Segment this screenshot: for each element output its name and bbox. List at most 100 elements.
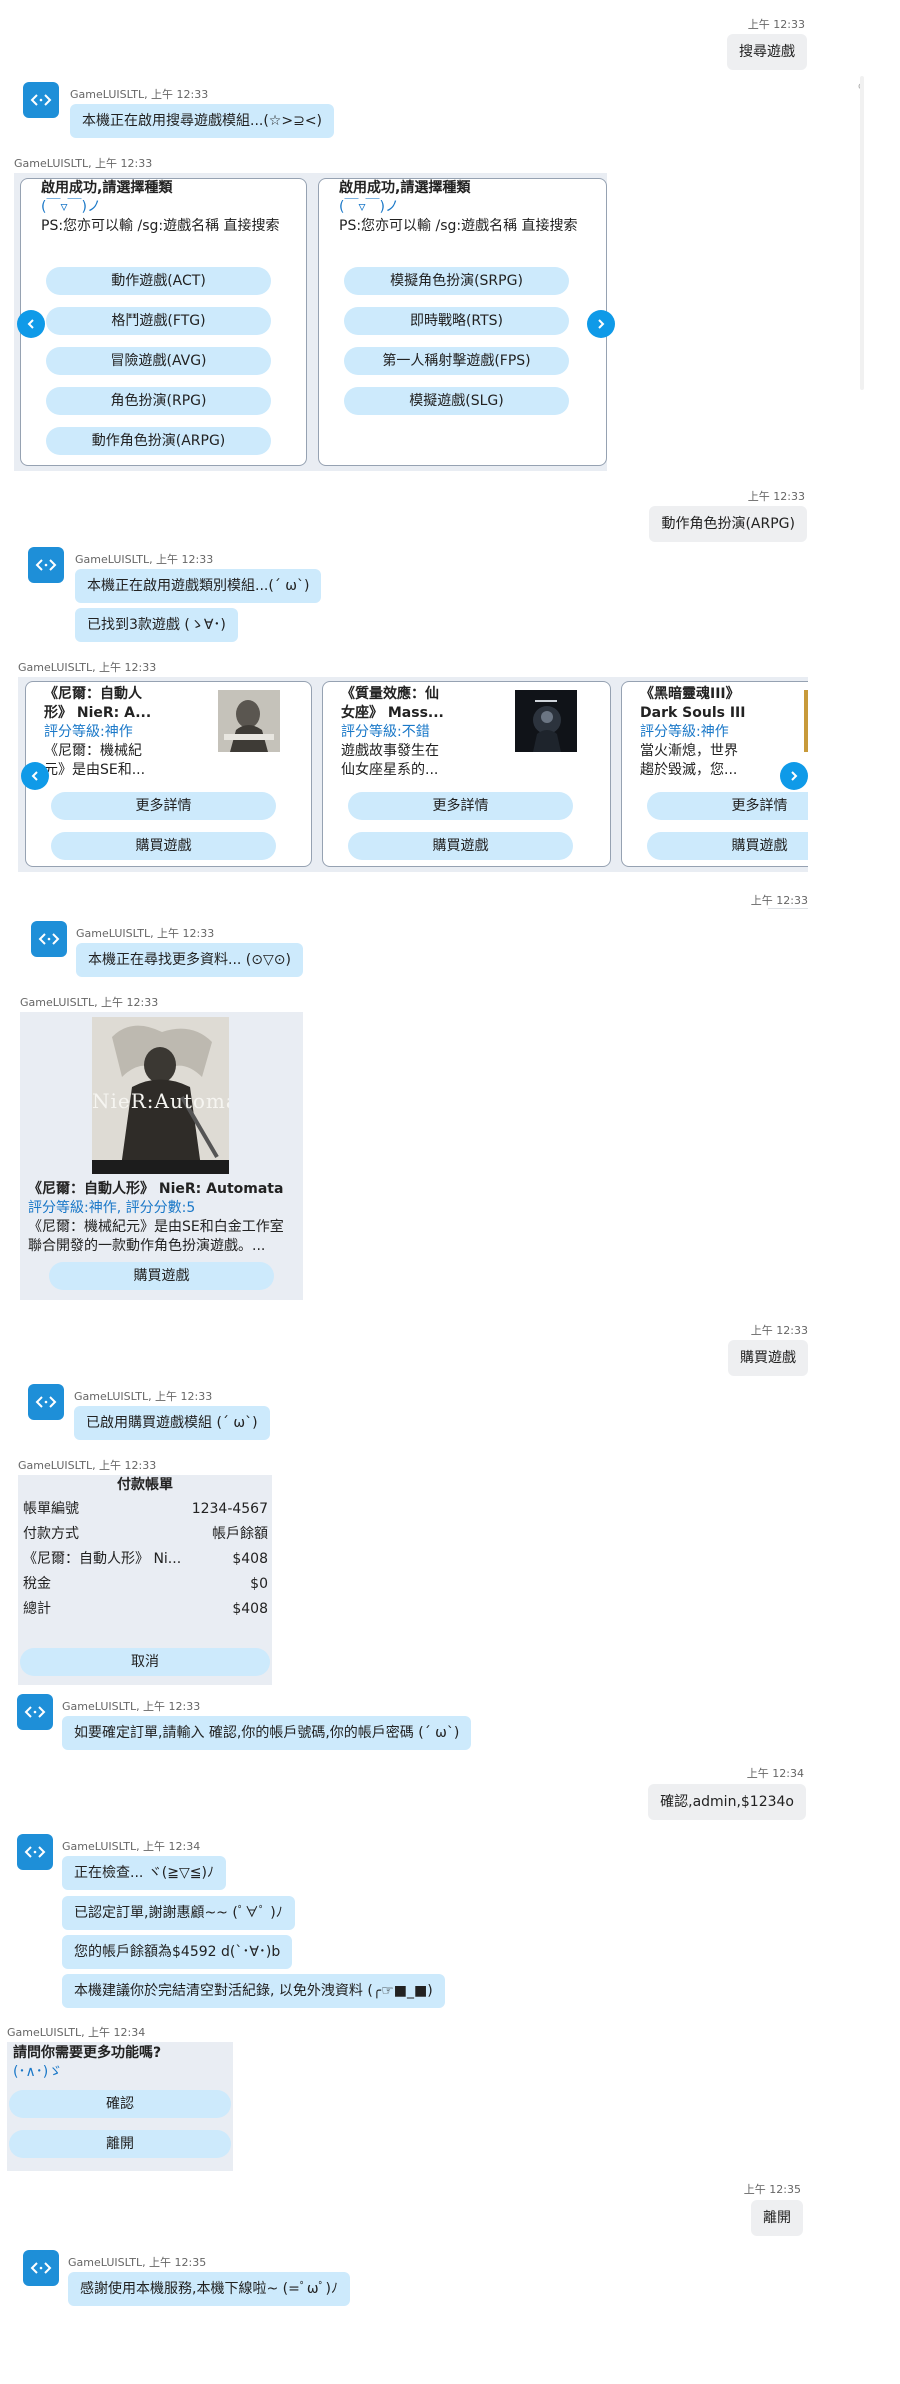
card-face: (￣▿￣)ノ [339,199,399,215]
timestamp: 上午 12:33 [747,490,805,503]
receipt-row: 稅金 $0 [23,1574,268,1594]
sender-label: GameLUISLTL, 上午 12:35 [68,2256,207,2269]
timestamp: 上午 12:33 [750,894,808,907]
category-avg-button[interactable]: 冒險遊戲(AVG) [46,347,271,375]
category-arpg-button[interactable]: 動作角色扮演(ARPG) [46,427,271,455]
receipt-value: 帳戶餘額 [212,1526,268,1542]
more-functions-card: 請問你需要更多功能嗎? (･∧･)ゞ 確認 離開 [7,2042,233,2171]
sender-label: GameLUISLTL, 上午 12:34 [7,2026,146,2039]
game-title: 《尼爾：自動人 [44,686,142,702]
bot-code-icon [35,1396,57,1408]
category-card: 啟用成功,請選擇種類 (￣▿￣)ノ PS:您亦可以輸 /sg:遊戲名稱 直接搜索… [318,178,607,466]
category-ftg-button[interactable]: 格鬥遊戲(FTG) [46,307,271,335]
bot-code-icon [30,2262,52,2274]
cancel-button[interactable]: 取消 [20,1648,270,1676]
category-srpg-button[interactable]: 模擬角色扮演(SRPG) [344,267,569,295]
game-thumbnail [218,690,280,752]
more-details-button[interactable]: 更多詳情 [348,792,573,820]
confirm-button[interactable]: 確認 [9,2090,231,2118]
carousel-prev-button[interactable] [17,310,45,338]
bot-message: 本機正在尋找更多資料... (⊙▽⊙) [76,943,303,977]
game-title: 《質量效應：仙 [341,686,439,702]
card-hint: PS:您亦可以輸 /sg:遊戲名稱 直接搜索 [41,218,280,234]
category-slg-button[interactable]: 模擬遊戲(SLG) [344,387,569,415]
cover-logo: NieR:Automata [92,1089,229,1113]
sender-label: GameLUISLTL, 上午 12:33 [20,996,159,1009]
chevron-right-icon [598,319,605,329]
bot-code-icon [35,559,57,571]
bot-message: 本機正在啟用搜尋遊戲模組...(☆>⊇<) [70,104,335,138]
receipt-label: 總計 [23,1601,51,1617]
sender-label: GameLUISLTL, 上午 12:33 [62,1700,201,1713]
sender-label: GameLUISLTL, 上午 12:33 [14,157,153,170]
category-rpg-button[interactable]: 角色扮演(RPG) [46,387,271,415]
game-desc: 元》是由SE和... [44,762,146,778]
receipt-row: 總計 $408 [23,1599,268,1619]
game-cover-image: NieR:Automata [92,1017,229,1174]
game-card[interactable]: 《質量效應：仙 女座》 Mass... 評分等級:不錯 遊戲故事發生在 仙女座星… [322,681,611,867]
game-rating: 評分等級:神作, 評分分數:5 [28,1200,196,1216]
buy-game-button[interactable]: 購買遊戲 [49,1262,274,1290]
carousel-prev-button[interactable] [21,762,49,790]
bot-code-icon [38,933,60,945]
bot-message: 如要確定訂單,請輸入 確認,你的帳戶號碼,你的帳戶密碼 (ˊ ω`) [62,1716,472,1750]
game-title: 女座》 Mass... [341,705,444,721]
receipt-value: $408 [232,1551,268,1567]
carousel-next-button[interactable] [587,310,615,338]
category-rts-button[interactable]: 即時戰略(RTS) [344,307,569,335]
sender-label: GameLUISLTL, 上午 12:33 [74,1390,213,1403]
sender-label: GameLUISLTL, 上午 12:33 [70,88,209,101]
bot-avatar [23,2250,59,2286]
receipt-title: 付款帳單 [117,1477,173,1493]
bot-message: 本機正在啟用遊戲類別模組...(ˊ ω`) [75,569,322,603]
buy-game-button[interactable]: 購買遊戲 [348,832,573,860]
bot-avatar [17,1694,53,1730]
bot-code-icon [24,1706,46,1718]
bot-message: 感謝使用本機服務,本機下線啦~ (=ﾟωﾟ)ﾉ [68,2272,351,2306]
category-act-button[interactable]: 動作遊戲(ACT) [46,267,271,295]
receipt-row: 《尼爾：自動人形》 Ni... $408 [23,1549,268,1569]
chevron-left-icon [31,771,38,781]
timestamp: 上午 12:34 [746,1767,804,1780]
bot-avatar [31,921,67,957]
game-card[interactable]: 《尼爾：自動人 形》 NieR: A... 評分等級:神作 《尼爾：機械紀 元》… [25,681,312,867]
leave-button[interactable]: 離開 [9,2130,231,2158]
category-card: 啟用成功,請選擇種類 (￣▿￣)ノ PS:您亦可以輸 /sg:遊戲名稱 直接搜索… [20,178,307,466]
game-desc: 仙女座星系的... [341,762,439,778]
category-fps-button[interactable]: 第一人稱射擊遊戲(FPS) [344,347,569,375]
game-desc: 《尼爾：機械紀 [44,743,142,759]
user-message: 動作角色扮演(ARPG) [649,506,807,542]
user-message: 離開 [751,2200,803,2236]
chevron-left-icon [27,319,34,329]
carousel-next-button[interactable] [780,762,808,790]
chevron-right-icon [791,771,798,781]
bot-message: 已啟用購買遊戲模組 (ˊ ω`) [74,1406,270,1440]
receipt-label: 付款方式 [23,1526,79,1542]
more-details-button[interactable]: 更多詳情 [51,792,276,820]
card-title: 啟用成功,請選擇種類 [41,180,173,196]
game-title: 形》 NieR: A... [44,705,152,721]
game-title: 《尼爾：自動人形》 NieR: Automata [28,1181,284,1197]
game-title: 《黑暗靈魂III》 [640,686,740,702]
receipt-value: $408 [232,1601,268,1617]
timestamp: 上午 12:33 [750,1324,808,1337]
sender-label: GameLUISLTL, 上午 12:33 [18,661,157,674]
game-title: Dark Souls III [640,705,746,721]
more-details-button[interactable]: 更多詳情 [647,792,808,820]
receipt-label: 稅金 [23,1576,51,1592]
bot-avatar [28,547,64,583]
bot-message: 本機建議你於完結清空對活紀錄, 以免外洩資料 (╭☞■_■) [62,1974,445,2008]
buy-game-button[interactable]: 購買遊戲 [647,832,808,860]
game-desc: 遊戲故事發生在 [341,743,439,759]
receipt-label: 《尼爾：自動人形》 Ni... [23,1551,182,1567]
receipt-value: $0 [250,1576,268,1592]
sender-label: GameLUISLTL, 上午 12:33 [76,927,215,940]
bot-message: 您的帳戶餘額為$4592 d(`･∀･)b [62,1935,293,1969]
scrollbar[interactable] [860,76,864,390]
bot-code-icon [24,1846,46,1858]
timestamp: 上午 12:35 [743,2183,801,2196]
buy-game-button[interactable]: 購買遊戲 [51,832,276,860]
receipt-row: 付款方式 帳戶餘額 [23,1524,268,1544]
sender-label: GameLUISLTL, 上午 12:33 [18,1459,157,1472]
user-message: 購買遊戲 [728,1340,808,1376]
